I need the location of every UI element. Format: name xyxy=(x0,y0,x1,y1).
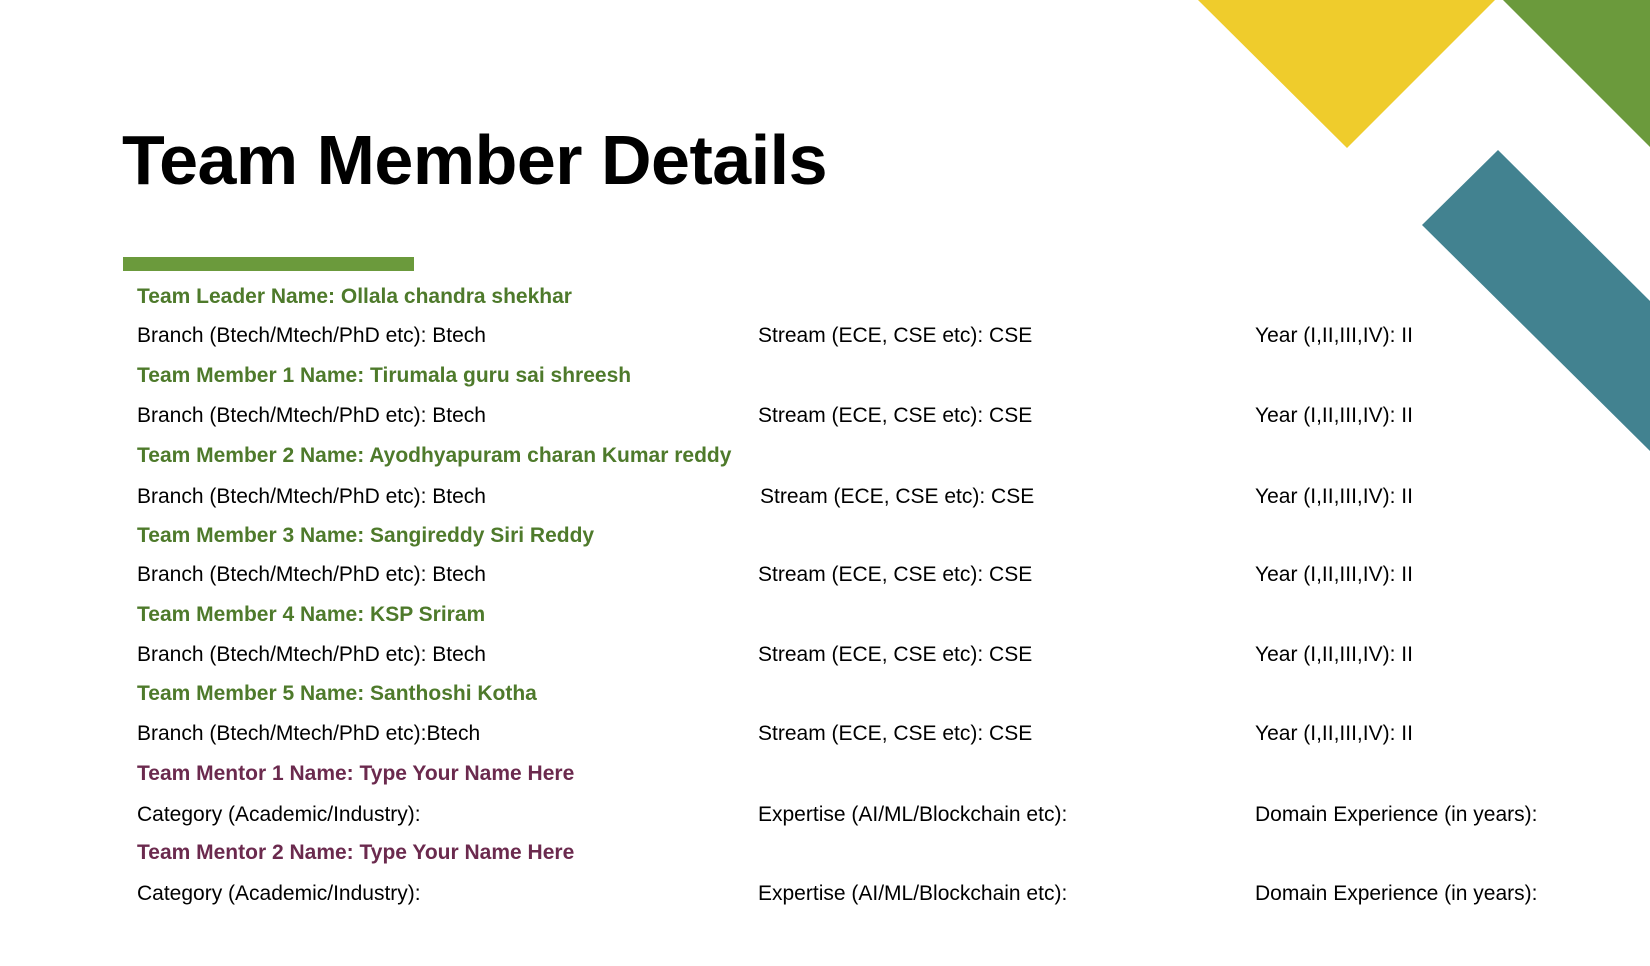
team-member-3-details-row: Branch (Btech/Mtech/PhD etc): Btech Stre… xyxy=(0,557,1650,593)
branch-field: Branch (Btech/Mtech/PhD etc): Btech xyxy=(137,485,486,508)
team-mentor-2-details-row: Category (Academic/Industry): Expertise … xyxy=(0,876,1650,912)
stream-field: Stream (ECE, CSE etc): CSE xyxy=(758,404,1033,427)
year-field: Year (I,II,III,IV): II xyxy=(1255,722,1413,745)
branch-field: Branch (Btech/Mtech/PhD etc): Btech xyxy=(137,404,486,427)
team-leader-name: Team Leader Name: Ollala chandra shekhar xyxy=(137,285,572,308)
title-accent-bar xyxy=(123,257,414,271)
team-member-5-details-row: Branch (Btech/Mtech/PhD etc):Btech Strea… xyxy=(0,716,1650,752)
team-mentor-2-name: Team Mentor 2 Name: Type Your Name Here xyxy=(137,841,575,864)
stream-field: Stream (ECE, CSE etc): CSE xyxy=(758,643,1033,666)
stream-field: Stream (ECE, CSE etc): CSE xyxy=(758,324,1033,347)
year-field: Year (I,II,III,IV): II xyxy=(1255,563,1413,586)
branch-field: Branch (Btech/Mtech/PhD etc): Btech xyxy=(137,563,486,586)
year-field: Year (I,II,III,IV): II xyxy=(1255,485,1413,508)
stream-field: Stream (ECE, CSE etc): CSE xyxy=(758,563,1033,586)
branch-field: Branch (Btech/Mtech/PhD etc): Btech xyxy=(137,324,486,347)
team-member-1-name: Team Member 1 Name: Tirumala guru sai sh… xyxy=(137,364,632,387)
team-mentor-1-name: Team Mentor 1 Name: Type Your Name Here xyxy=(137,762,575,785)
yellow-triangle-shape xyxy=(1198,0,1495,148)
category-field: Category (Academic/Industry): xyxy=(137,803,421,826)
expertise-field: Expertise (AI/ML/Blockchain etc): xyxy=(758,882,1068,905)
expertise-field: Expertise (AI/ML/Blockchain etc): xyxy=(758,803,1068,826)
team-mentor-1-details-row: Category (Academic/Industry): Expertise … xyxy=(0,797,1650,833)
stream-field: Stream (ECE, CSE etc): CSE xyxy=(758,722,1033,745)
category-field: Category (Academic/Industry): xyxy=(137,882,421,905)
team-member-4-details-row: Branch (Btech/Mtech/PhD etc): Btech Stre… xyxy=(0,637,1650,673)
team-member-4-name: Team Member 4 Name: KSP Sriram xyxy=(137,603,486,626)
team-member-1-details-row: Branch (Btech/Mtech/PhD etc): Btech Stre… xyxy=(0,398,1650,434)
team-member-3-name: Team Member 3 Name: Sangireddy Siri Redd… xyxy=(137,524,595,547)
year-field: Year (I,II,III,IV): II xyxy=(1255,404,1413,427)
green-triangle-shape xyxy=(1503,0,1650,147)
year-field: Year (I,II,III,IV): II xyxy=(1255,324,1413,347)
team-member-2-name: Team Member 2 Name: Ayodhyapuram charan … xyxy=(137,444,732,467)
team-member-2-details-row: Branch (Btech/Mtech/PhD etc): Btech Stre… xyxy=(0,479,1650,515)
team-member-5-name: Team Member 5 Name: Santhoshi Kotha xyxy=(137,682,537,705)
branch-field: Branch (Btech/Mtech/PhD etc): Btech xyxy=(137,643,486,666)
branch-field: Branch (Btech/Mtech/PhD etc):Btech xyxy=(137,722,481,745)
page-title: Team Member Details xyxy=(122,121,828,199)
year-field: Year (I,II,III,IV): II xyxy=(1255,643,1413,666)
stream-field: Stream (ECE, CSE etc): CSE xyxy=(760,485,1035,508)
domain-experience-field: Domain Experience (in years): xyxy=(1255,803,1538,826)
team-leader-details-row: Branch (Btech/Mtech/PhD etc): Btech Stre… xyxy=(0,318,1650,354)
domain-experience-field: Domain Experience (in years): xyxy=(1255,882,1538,905)
